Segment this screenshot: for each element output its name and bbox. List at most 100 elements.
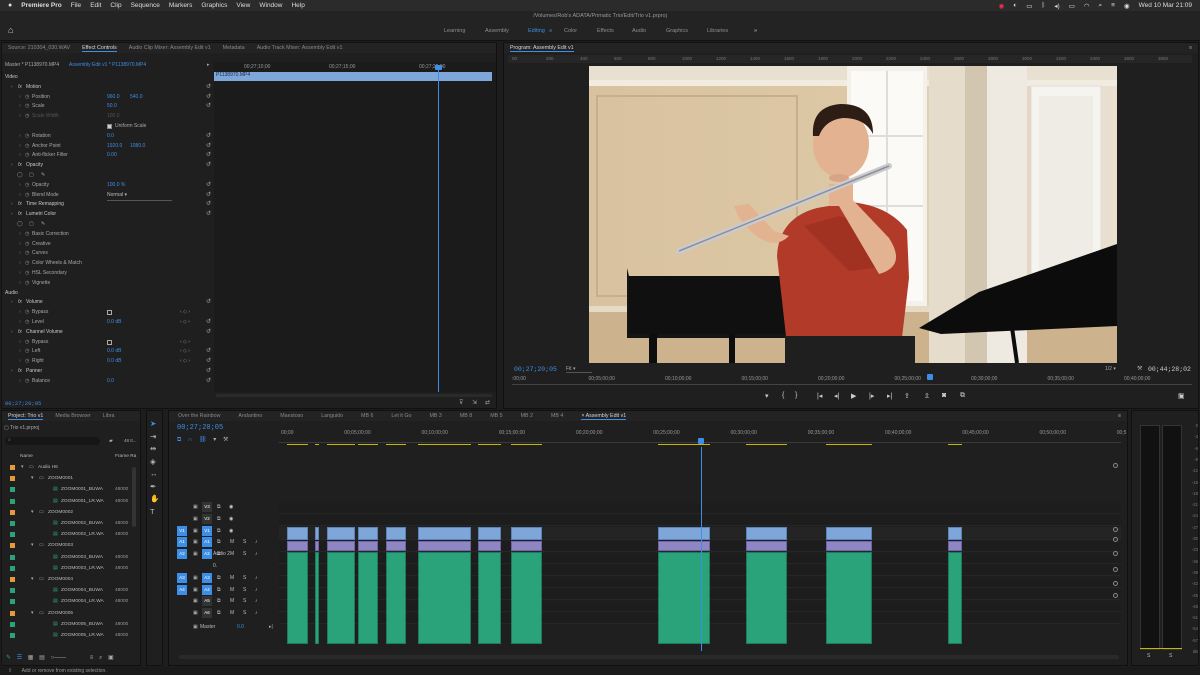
ws-libraries[interactable]: Libraries [707, 21, 728, 41]
timeline-playhead-handle[interactable] [698, 438, 705, 444]
track-lock-icon[interactable]: ▣ [193, 572, 198, 584]
video-clip[interactable] [745, 527, 788, 540]
stopwatch-icon[interactable]: ◷ [25, 240, 29, 250]
marker-icon[interactable]: ▾ [765, 392, 769, 400]
ec-playhead-handle[interactable] [435, 65, 442, 70]
linked-selection-icon[interactable]: ⛓ [199, 437, 207, 443]
fx-badge-icon[interactable]: fx [18, 200, 22, 210]
project-item[interactable]: ▤ ZOOM0001_LR.WA 48000 [2, 496, 130, 507]
track-end-dot[interactable] [1113, 463, 1118, 468]
source-patch[interactable]: A2 [177, 549, 187, 560]
disclosure-icon[interactable]: › [11, 200, 13, 210]
go-to-out-icon[interactable]: ▸| [887, 392, 892, 400]
go-to-end-icon[interactable]: ▸| [269, 621, 273, 633]
property-value[interactable]: 0.0 [107, 377, 114, 387]
stopwatch-icon[interactable]: ◷ [25, 191, 29, 201]
disclosure-icon[interactable]: › [19, 93, 21, 103]
pen-mask-icon[interactable]: ✎ [41, 220, 45, 230]
apple-menu-icon[interactable]: ● [8, 2, 12, 9]
menu-clip[interactable]: Clip [110, 2, 121, 9]
ec-scrollbar[interactable] [216, 394, 492, 397]
checkbox[interactable] [107, 310, 112, 316]
video-clip[interactable] [326, 527, 355, 540]
tab-project[interactable]: Project: Trio v1 [8, 413, 44, 420]
video-clip[interactable] [385, 527, 406, 540]
project-item[interactable]: ▤ ZOOM0002_BUWA 48000 [2, 518, 130, 529]
disclosure-icon[interactable]: › [19, 112, 21, 122]
reset-icon[interactable]: ↺ [206, 102, 211, 112]
project-item[interactable]: ▤ ZOOM0001_BUWA 48000 [2, 484, 130, 495]
disclosure-icon[interactable]: › [19, 191, 21, 201]
home-icon[interactable]: ⌂ [8, 26, 17, 35]
disclosure-icon[interactable]: ▾ [31, 574, 33, 585]
label-color-swatch[interactable] [10, 465, 15, 470]
disclosure-icon[interactable]: › [19, 279, 21, 289]
solo-button[interactable]: S [243, 572, 246, 584]
timeline-scrollbar[interactable] [179, 655, 1119, 659]
track-lock-icon[interactable]: ▣ [193, 501, 198, 513]
disclosure-icon[interactable]: ▾ [31, 608, 33, 619]
disclosure-icon[interactable]: › [19, 377, 21, 387]
col-frame-rate[interactable]: Frame Ra [115, 454, 136, 459]
audio-clip[interactable] [478, 552, 502, 644]
disclosure-icon[interactable]: › [11, 161, 13, 171]
stopwatch-icon[interactable]: ◷ [25, 230, 29, 240]
project-item[interactable]: ▤ ZOOM0004_BUWA 48000 [2, 585, 130, 596]
tab-sequence[interactable]: MB 2 [521, 413, 533, 419]
track-target[interactable]: A4 [202, 584, 212, 595]
voiceover-mic-icon[interactable]: ♪ [255, 548, 258, 560]
extract-icon[interactable]: ⇫ [924, 392, 930, 400]
stopwatch-icon[interactable]: ◷ [25, 338, 29, 348]
find-icon[interactable]: ⌕ [99, 655, 102, 661]
timeline-timecode[interactable]: 00;27;20;05 [177, 424, 223, 432]
reset-icon[interactable]: ↺ [206, 191, 211, 201]
project-item[interactable]: ▾ ▭ ZOOM0002 [2, 507, 130, 518]
sync-lock-icon[interactable]: ⧉ [217, 536, 221, 548]
video-clip[interactable] [478, 527, 502, 540]
eye-icon[interactable]: ◉ [229, 525, 233, 537]
video-clip[interactable] [947, 527, 962, 540]
disclosure-icon[interactable]: ▾ [31, 507, 33, 518]
disclosure-icon[interactable]: › [19, 249, 21, 259]
tab-media-browser[interactable]: Media Browser [55, 413, 90, 419]
razor-icon[interactable]: ◈ [150, 457, 156, 466]
disclosure-icon[interactable]: › [11, 367, 13, 377]
mute-button[interactable]: M [230, 548, 234, 560]
ec-playhead[interactable] [438, 66, 439, 392]
voiceover-mic-icon[interactable]: ♪ [255, 584, 258, 596]
property-value-2[interactable]: 540.0 [130, 93, 143, 103]
ellipse-mask-icon[interactable]: ◯ [17, 220, 23, 230]
sync-lock-icon[interactable]: ⧉ [217, 513, 221, 525]
disclosure-icon[interactable]: › [19, 308, 21, 318]
track-lock-icon[interactable]: ▣ [193, 513, 198, 525]
step-forward-icon[interactable]: |▸ [869, 392, 874, 400]
compare-icon[interactable]: ⧉ [960, 392, 965, 400]
tab-sequence[interactable]: × Assembly Edit v1 [581, 413, 627, 420]
go-to-in-icon[interactable]: |◂ [817, 392, 822, 400]
disclosure-icon[interactable]: › [19, 269, 21, 279]
fx-badge-icon[interactable]: fx [18, 210, 22, 220]
reset-icon[interactable]: ↺ [206, 328, 211, 338]
eye-icon[interactable]: ◉ [229, 501, 233, 513]
tab-libraries[interactable]: Libra [103, 413, 115, 419]
mute-button[interactable]: M [230, 536, 234, 548]
bluetooth-icon[interactable]: ᛒ [1041, 2, 1045, 9]
project-item[interactable]: ▾ ▭ ZOOM0001 [2, 473, 130, 484]
tab-sequence[interactable]: MB 3 [429, 413, 441, 419]
solo-button[interactable]: S [243, 584, 246, 596]
project-item[interactable]: ▤ ZOOM0004_LR.WA 48000 [2, 596, 130, 607]
stopwatch-icon[interactable]: ◷ [25, 132, 29, 142]
reset-icon[interactable]: ↺ [206, 181, 211, 191]
rect-mask-icon[interactable]: ▢ [29, 220, 34, 230]
track-lane[interactable] [279, 503, 1121, 514]
track-end-dot[interactable] [1113, 593, 1118, 598]
eye-icon[interactable]: ◉ [229, 513, 233, 525]
ec-timecode[interactable]: 00;27;20;05 [5, 400, 41, 407]
disclosure-icon[interactable]: › [19, 240, 21, 250]
checkbox[interactable] [107, 339, 112, 345]
new-bin-icon[interactable]: ▰ [109, 438, 113, 444]
label-color-swatch[interactable] [10, 543, 15, 549]
ellipse-mask-icon[interactable]: ◯ [17, 171, 23, 181]
stopwatch-icon[interactable]: ◷ [25, 249, 29, 259]
project-item[interactable]: ▾ ▭ Audio H6 [2, 462, 130, 473]
